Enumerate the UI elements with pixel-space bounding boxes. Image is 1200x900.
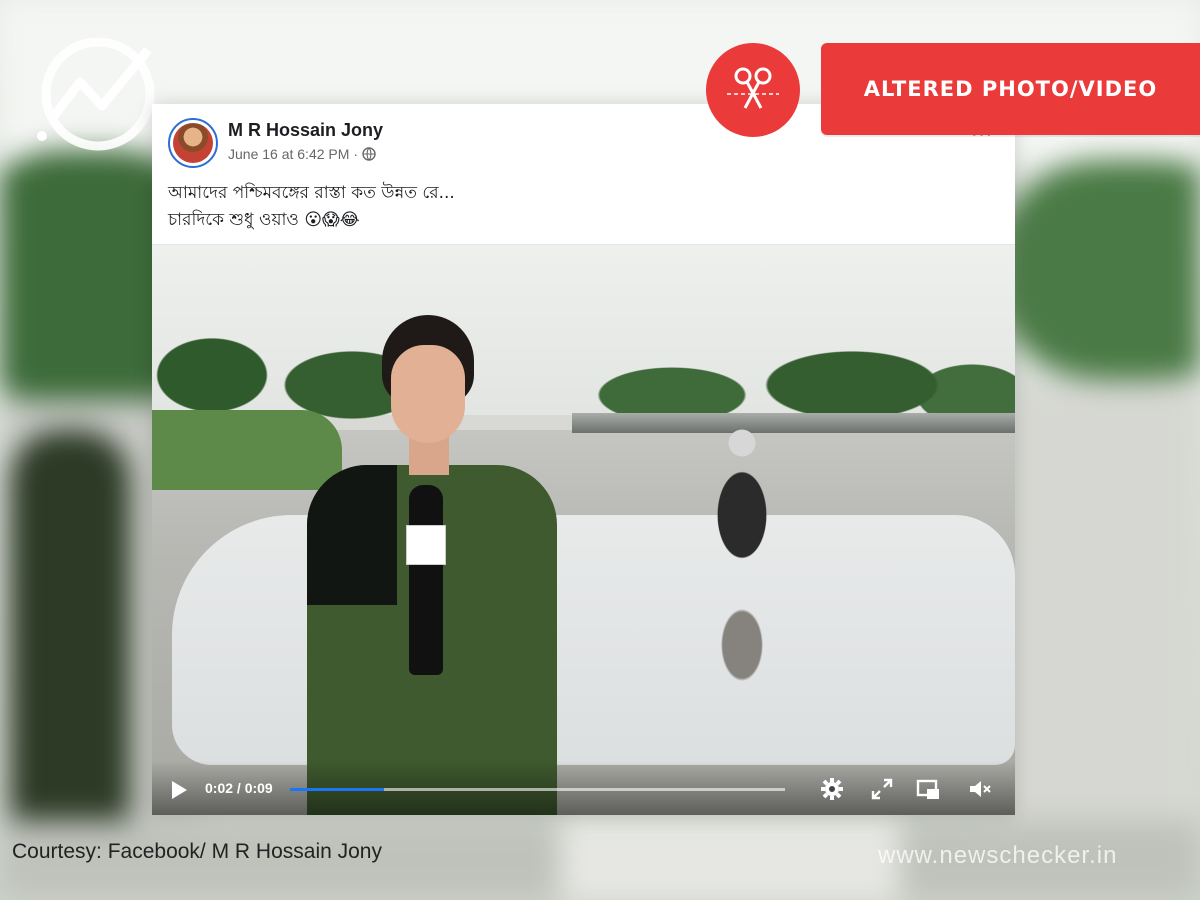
progress-bar[interactable]	[290, 788, 785, 791]
progress-fill	[290, 788, 385, 791]
altered-label-banner: ALTERED PHOTO/VIDEO	[821, 43, 1200, 135]
post-text: আমাদের পশ্চিমবঙ্গের রাস্তা কত উন্নত রে..…	[168, 180, 988, 234]
post-date[interactable]: June 16 at 6:42 PM	[228, 146, 349, 162]
avatar[interactable]	[168, 118, 218, 168]
site-watermark: www.newschecker.in	[878, 842, 1118, 869]
fullscreen-icon[interactable]	[870, 777, 894, 801]
globe-icon	[362, 147, 376, 161]
video-time: 0:02 / 0:09	[205, 780, 273, 796]
facebook-post: M R Hossain Jony June 16 at 6:42 PM · ••…	[152, 104, 1015, 815]
scissors-badge	[706, 43, 800, 137]
video-controls: 0:02 / 0:09	[152, 760, 1015, 815]
newschecker-logo-icon	[37, 37, 155, 151]
pip-icon[interactable]	[916, 777, 940, 801]
post-text-line-2: চারদিকে শুধু ওয়াও 😮😱😂	[168, 210, 360, 230]
post-meta: June 16 at 6:42 PM ·	[228, 146, 376, 162]
gear-icon[interactable]	[820, 777, 844, 801]
video-reporter	[287, 315, 567, 815]
volume-muted-icon[interactable]	[968, 777, 992, 801]
altered-label: ALTERED PHOTO/VIDEO	[863, 77, 1158, 101]
post-author[interactable]: M R Hossain Jony	[228, 120, 383, 141]
video-bike-rider	[692, 425, 792, 585]
post-text-line-1: আমাদের পশ্চিমবঙ্গের রাস্তা কত উন্নত রে..…	[168, 183, 455, 203]
courtesy-caption: Courtesy: Facebook/ M R Hossain Jony	[12, 840, 382, 863]
play-icon[interactable]	[172, 781, 187, 799]
meta-separator: ·	[353, 146, 359, 162]
video-bike-reflection	[697, 585, 787, 715]
scissors-icon	[727, 67, 779, 109]
video-barrier	[572, 413, 1015, 433]
video-trees	[152, 315, 1015, 425]
video-player[interactable]: 0:02 / 0:09	[152, 245, 1015, 815]
